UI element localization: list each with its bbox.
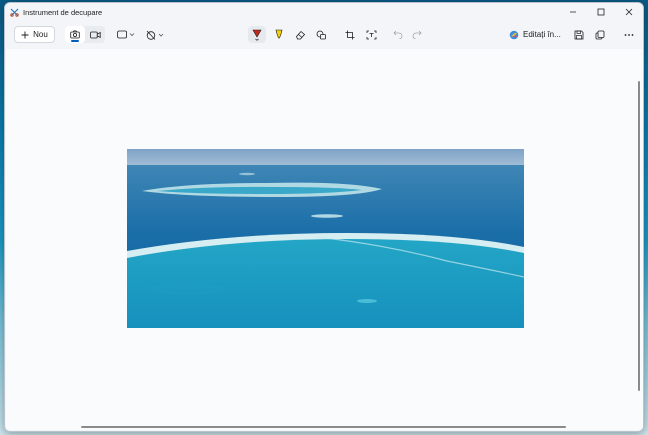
redo-icon[interactable] xyxy=(410,26,424,43)
minimize-icon[interactable] xyxy=(559,3,587,21)
toolbar: Nou Editați în... xyxy=(5,22,643,48)
copy-icon[interactable] xyxy=(592,26,608,43)
text-actions-icon[interactable] xyxy=(363,26,379,43)
camera-icon[interactable] xyxy=(65,26,85,43)
window-title: Instrument de decupare xyxy=(23,7,103,17)
snipping-tool-window: Instrument de decupare Nou Editați în... xyxy=(4,2,644,432)
snip-canvas[interactable] xyxy=(6,49,643,430)
horizontal-scrollbar[interactable] xyxy=(81,426,566,428)
shapes-icon[interactable] xyxy=(313,26,329,43)
video-icon[interactable] xyxy=(85,26,105,43)
title-bar[interactable]: Instrument de decupare xyxy=(5,3,643,21)
new-snip-button[interactable]: Nou xyxy=(14,26,55,43)
maximize-icon[interactable] xyxy=(587,3,615,21)
close-icon[interactable] xyxy=(615,3,643,21)
snipping-tool-app-icon xyxy=(9,7,19,17)
plus-icon xyxy=(21,31,29,38)
vertical-scrollbar[interactable] xyxy=(638,81,640,391)
edit-in-label: Editați în... xyxy=(523,30,561,39)
undo-icon[interactable] xyxy=(391,26,405,43)
crop-icon[interactable] xyxy=(342,26,358,43)
more-icon[interactable] xyxy=(621,26,637,43)
edit-in-button[interactable]: Editați în... xyxy=(509,26,561,43)
paint-app-icon xyxy=(509,30,519,39)
new-snip-label: Nou xyxy=(33,30,48,39)
ballpoint-pen-icon[interactable] xyxy=(248,26,266,43)
captured-image xyxy=(127,149,524,328)
timer-off-icon[interactable] xyxy=(145,26,167,43)
save-icon[interactable] xyxy=(571,26,587,43)
snip-shape-icon[interactable] xyxy=(116,26,138,43)
capture-mode-toggle xyxy=(65,26,105,43)
highlighter-icon[interactable] xyxy=(271,26,287,43)
eraser-icon[interactable] xyxy=(292,26,308,43)
